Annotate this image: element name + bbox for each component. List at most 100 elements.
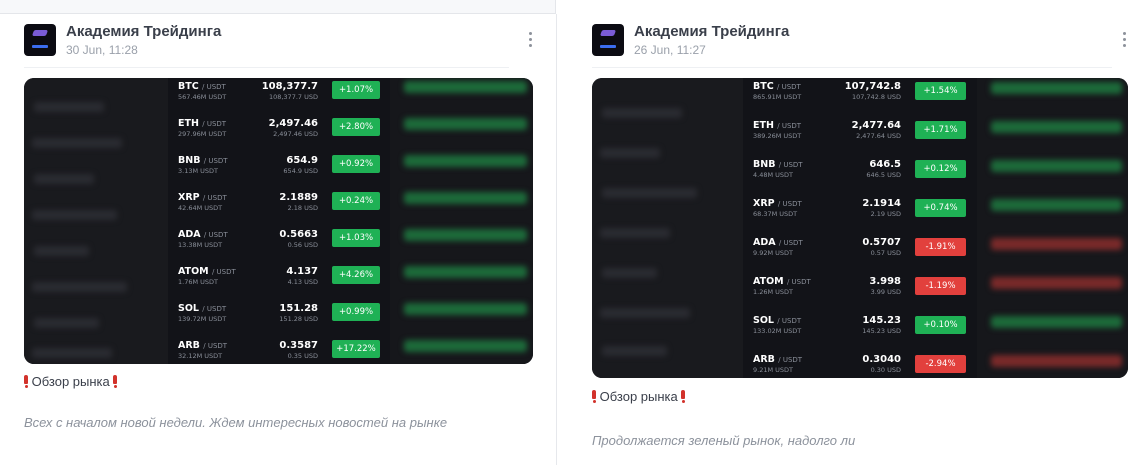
ticker-usd-price: 0.56 USD — [287, 241, 318, 249]
ticker-volume: 9.92M USDT — [753, 249, 794, 257]
ticker-row[interactable]: SOL / USDT 139.72M USDT 151.28 151.28 US… — [168, 300, 390, 330]
ticker-usd-price: 646.5 USD — [866, 171, 901, 179]
ticker-volume: 389.26M USDT — [753, 132, 802, 140]
post-title: Обзор рынка — [592, 389, 686, 404]
post-date: 30 Jun, 11:28 — [66, 43, 138, 57]
ticker-row[interactable]: ARB / USDT 9.21M USDT 0.3040 0.30 USD -2… — [743, 351, 977, 378]
post-header: Академия Трейдинга 26 Jun, 11:27 — [592, 22, 1128, 62]
ticker-row[interactable]: ATOM / USDT 1.26M USDT 3.998 3.99 USD -1… — [743, 273, 977, 303]
market-screenshot[interactable]: BTC / USDT 865.91M USDT 107,742.8 107,74… — [592, 78, 1128, 378]
market-screenshot[interactable]: BTC / USDT 567.46M USDT 108,377.7 108,37… — [24, 78, 533, 364]
change-badge: +1.03% — [332, 229, 380, 247]
ticker-row[interactable]: BNB / USDT 3.13M USDT 654.9 654.9 USD +0… — [168, 152, 390, 182]
ticker-usd-price: 108,377.7 USD — [268, 93, 318, 101]
blurred-left-panel — [24, 78, 168, 364]
ticker-volume: 4.48M USDT — [753, 171, 794, 179]
ticker-symbol: XRP / USDT — [178, 192, 227, 203]
post-title: Обзор рынка — [24, 374, 118, 389]
header-separator — [24, 67, 509, 68]
ticker-volume: 9.21M USDT — [753, 366, 794, 374]
ticker-row[interactable]: XRP / USDT 42.64M USDT 2.1889 2.18 USD +… — [168, 189, 390, 219]
more-options-icon[interactable] — [527, 32, 533, 50]
ticker-price: 2,477.64 — [851, 120, 901, 131]
ticker-usd-price: 2.19 USD — [870, 210, 901, 218]
ticker-row[interactable]: ETH / USDT 389.26M USDT 2,477.64 2,477.6… — [743, 117, 977, 147]
header-separator — [592, 67, 1112, 68]
ticker-table: BTC / USDT 865.91M USDT 107,742.8 107,74… — [743, 78, 977, 378]
post-title-text: Обзор рынка — [31, 374, 110, 389]
channel-avatar[interactable] — [592, 24, 624, 56]
ticker-symbol: ADA / USDT — [178, 229, 228, 240]
channel-name[interactable]: Академия Трейдинга — [634, 23, 789, 40]
column-divider — [556, 14, 557, 465]
change-badge: +1.71% — [915, 121, 966, 139]
change-badge: -2.94% — [915, 355, 966, 373]
change-badge: +0.12% — [915, 160, 966, 178]
ticker-price: 4.137 — [286, 266, 318, 277]
ticker-symbol: BNB / USDT — [178, 155, 228, 166]
ticker-volume: 567.46M USDT — [178, 93, 227, 101]
ticker-price: 654.9 — [286, 155, 318, 166]
ticker-row[interactable]: ADA / USDT 9.92M USDT 0.5707 0.57 USD -1… — [743, 234, 977, 264]
ticker-volume: 139.72M USDT — [178, 315, 227, 323]
ticker-usd-price: 2,497.46 USD — [273, 130, 318, 138]
ticker-price: 151.28 — [279, 303, 318, 314]
ticker-usd-price: 4.13 USD — [287, 278, 318, 286]
ticker-row[interactable]: BTC / USDT 865.91M USDT 107,742.8 107,74… — [743, 78, 977, 108]
ticker-usd-price: 0.35 USD — [287, 352, 318, 360]
blurred-right-panel — [977, 78, 1128, 378]
ticker-symbol: SOL / USDT — [753, 315, 802, 326]
previous-post-edge — [0, 0, 556, 14]
ticker-usd-price: 0.57 USD — [870, 249, 901, 257]
exclamation-icon — [113, 375, 118, 388]
ticker-volume: 297.96M USDT — [178, 130, 227, 138]
ticker-symbol: BTC / USDT — [178, 81, 226, 92]
more-options-icon[interactable] — [1121, 32, 1127, 50]
ticker-symbol: XRP / USDT — [753, 198, 802, 209]
ticker-usd-price: 145.23 USD — [862, 327, 901, 335]
post-date: 26 Jun, 11:27 — [634, 43, 706, 57]
ticker-volume: 42.64M USDT — [178, 204, 223, 212]
change-badge: +0.74% — [915, 199, 966, 217]
ticker-row[interactable]: ATOM / USDT 1.76M USDT 4.137 4.13 USD +4… — [168, 263, 390, 293]
change-badge: +0.99% — [332, 303, 380, 321]
ticker-price: 145.23 — [862, 315, 901, 326]
ticker-price: 0.5663 — [279, 229, 318, 240]
ticker-row[interactable]: SOL / USDT 133.02M USDT 145.23 145.23 US… — [743, 312, 977, 342]
ticker-volume: 68.37M USDT — [753, 210, 798, 218]
channel-name[interactable]: Академия Трейдинга — [66, 23, 221, 40]
exclamation-icon — [24, 375, 28, 388]
ticker-row[interactable]: ARB / USDT 32.12M USDT 0.3587 0.35 USD +… — [168, 337, 390, 364]
ticker-usd-price: 107,742.8 USD — [851, 93, 901, 101]
ticker-symbol: BNB / USDT — [753, 159, 803, 170]
avatar-badge — [600, 45, 616, 48]
ticker-volume: 1.26M USDT — [753, 288, 794, 296]
channel-avatar[interactable] — [24, 24, 56, 56]
ticker-usd-price: 654.9 USD — [283, 167, 318, 175]
graduation-cap-icon — [31, 30, 49, 36]
ticker-volume: 1.76M USDT — [178, 278, 219, 286]
ticker-row[interactable]: BTC / USDT 567.46M USDT 108,377.7 108,37… — [168, 78, 390, 108]
ticker-row[interactable]: XRP / USDT 68.37M USDT 2.1914 2.19 USD +… — [743, 195, 977, 225]
ticker-price: 107,742.8 — [844, 81, 901, 92]
ticker-price: 108,377.7 — [261, 81, 318, 92]
exclamation-icon — [592, 390, 596, 403]
post-card: Академия Трейдинга 26 Jun, 11:27 BTC / U… — [592, 22, 1128, 448]
ticker-volume: 32.12M USDT — [178, 352, 223, 360]
post-header: Академия Трейдинга 30 Jun, 11:28 — [24, 22, 544, 62]
post-text: Продолжается зеленый рынок, надолго ли — [592, 433, 856, 448]
ticker-price: 3.998 — [869, 276, 901, 287]
blurred-right-panel — [390, 78, 533, 364]
ticker-volume: 3.13M USDT — [178, 167, 219, 175]
ticker-row[interactable]: BNB / USDT 4.48M USDT 646.5 646.5 USD +0… — [743, 156, 977, 186]
ticker-row[interactable]: ADA / USDT 13.38M USDT 0.5663 0.56 USD +… — [168, 226, 390, 256]
ticker-price: 0.3040 — [862, 354, 901, 365]
change-badge: +0.24% — [332, 192, 380, 210]
ticker-usd-price: 2,477.64 USD — [856, 132, 901, 140]
change-badge: +1.54% — [915, 82, 966, 100]
ticker-row[interactable]: ETH / USDT 297.96M USDT 2,497.46 2,497.4… — [168, 115, 390, 145]
ticker-price: 2,497.46 — [268, 118, 318, 129]
avatar-badge — [32, 45, 48, 48]
change-badge: +0.10% — [915, 316, 966, 334]
ticker-symbol: ARB / USDT — [178, 340, 228, 351]
